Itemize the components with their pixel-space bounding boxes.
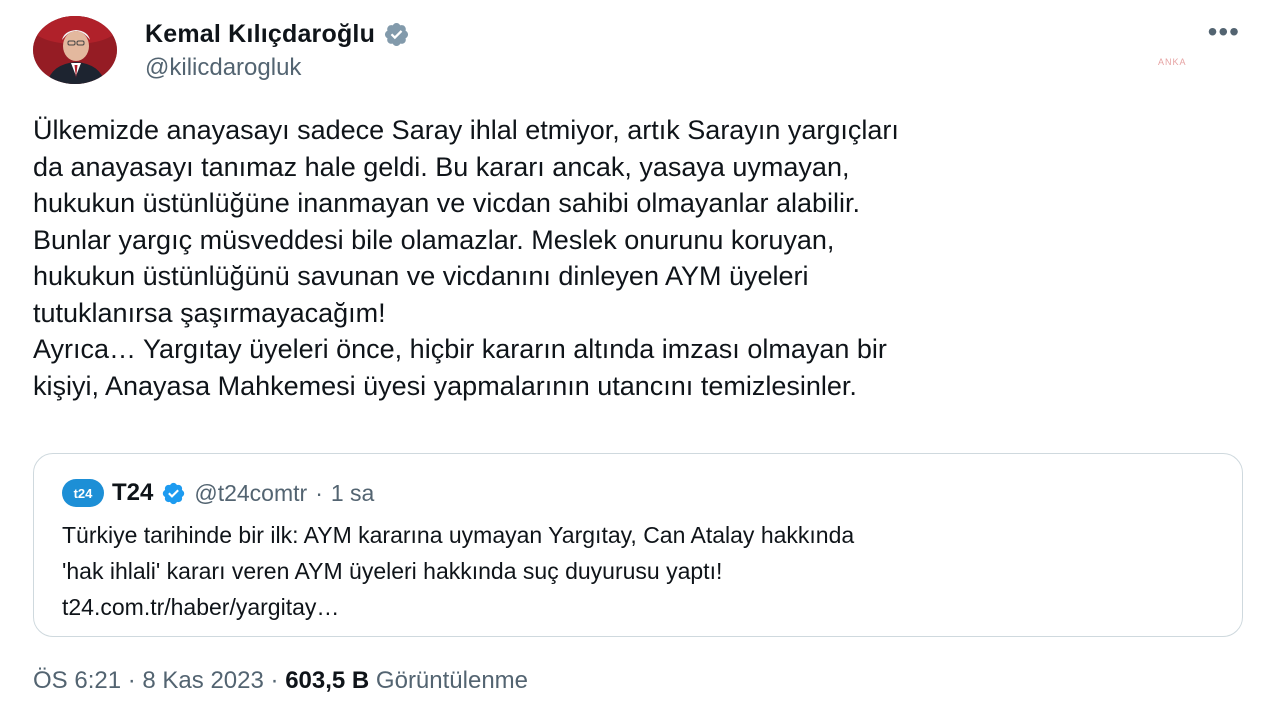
separator-dot: · (315, 479, 323, 506)
tweet-text-line: kişiyi, Anayasa Mahkemesi üyesi yapmalar… (33, 370, 857, 401)
author-block: Kemal Kılıçdaroğlu @kilicdarogluk (145, 17, 410, 82)
watermark: ANKA (1158, 57, 1187, 67)
views-count[interactable]: 603,5 B (285, 667, 369, 694)
tweet-text-line: Ülkemizde anayasayı sadece Saray ihlal e… (33, 115, 899, 145)
quoted-author-name[interactable]: T24 (112, 479, 153, 507)
quoted-text-line: Türkiye tarihinde bir ilk: AYM kararına … (62, 522, 855, 548)
quoted-tweet-header: t24 T24 @t24comtr · 1 sa (62, 478, 374, 508)
separator-dot: · (127, 667, 136, 694)
tweet-text-line: hukukun üstünlüğüne inanmayan ve vicdan … (33, 188, 861, 218)
author-name[interactable]: Kemal Kılıçdaroğlu (145, 20, 375, 49)
avatar-photo (33, 16, 117, 84)
tweet-text-line: tutuklanırsa şaşırmayacağım! (33, 297, 386, 328)
t24-logo-avatar[interactable]: t24 (62, 479, 104, 507)
author-avatar[interactable] (33, 16, 117, 84)
quoted-timestamp[interactable]: 1 sa (331, 480, 374, 507)
quoted-link[interactable]: t24.com.tr/haber/yargitay… (62, 589, 854, 625)
tweet-text-line: Ayrıca… Yargıtay üyeleri önce, hiçbir ka… (33, 334, 887, 364)
tweet-text-line: Bunlar yargıç müsveddesi bile olamazlar.… (33, 224, 835, 255)
quoted-text-line: 'hak ihlali' kararı veren AYM üyeleri ha… (62, 558, 723, 584)
quoted-tweet-text: Türkiye tarihinde bir ilk: AYM kararına … (62, 517, 854, 625)
verified-badge-icon (161, 481, 186, 506)
author-handle[interactable]: @kilicdarogluk (145, 54, 410, 82)
more-options-icon[interactable]: ••• (1208, 18, 1240, 46)
tweet-date[interactable]: 8 Kas 2023 (142, 667, 263, 694)
tweet: Kemal Kılıçdaroğlu @kilicdarogluk ••• AN… (0, 0, 1280, 720)
tweet-text-line: da anayasayı tanımaz hale geldi. Bu kara… (33, 151, 850, 182)
author-name-row: Kemal Kılıçdaroğlu (145, 17, 410, 51)
separator-dot: · (270, 667, 279, 694)
views-label: Görüntülenme (375, 667, 529, 694)
verified-badge-icon[interactable] (383, 21, 410, 48)
tweet-text: Ülkemizde anayasayı sadece Saray ihlal e… (33, 112, 1253, 404)
tweet-text-line: hukukun üstünlüğünü savunan ve vicdanını… (33, 261, 809, 291)
quoted-author-handle[interactable]: @t24comtr (194, 480, 307, 507)
quoted-tweet-card[interactable]: t24 T24 @t24comtr · 1 sa Türkiye tarihin… (33, 453, 1243, 637)
tweet-time[interactable]: ÖS 6:21 (33, 667, 121, 694)
tweet-meta: ÖS 6:21 · 8 Kas 2023 · 603,5 B Görüntüle… (33, 667, 528, 695)
